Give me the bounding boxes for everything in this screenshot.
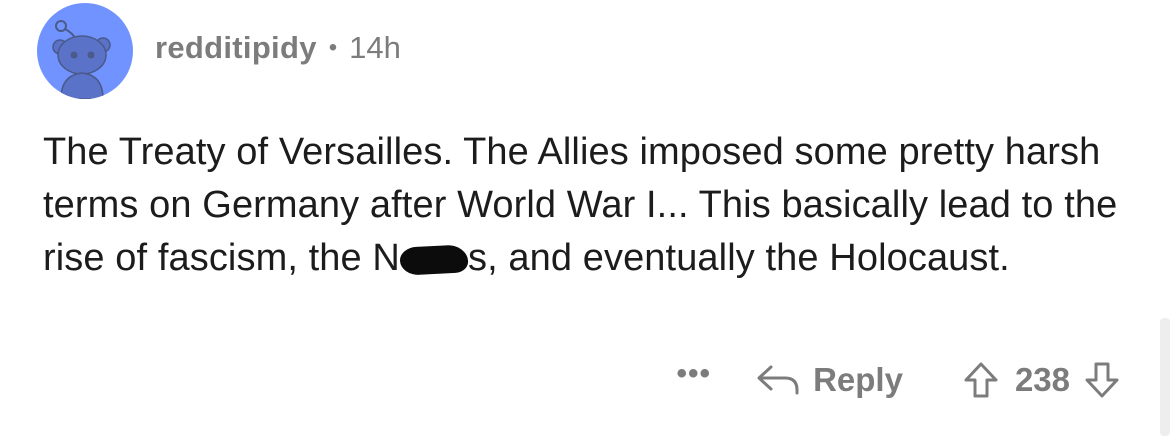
reply-button[interactable]: Reply [755, 361, 903, 399]
comment-body-text-end: s, and eventually the Holocaust. [467, 237, 1010, 279]
username[interactable]: redditipidy [155, 30, 317, 66]
comment: redditipidy • 14h The Treaty of Versaill… [0, 0, 1170, 436]
comment-header: redditipidy • 14h [37, 3, 401, 99]
reddit-snoo-avatar-icon [52, 20, 111, 99]
avatar[interactable] [37, 3, 133, 99]
timestamp: 14h [349, 30, 401, 65]
downvote-arrow-icon[interactable] [1084, 361, 1120, 399]
comment-meta: redditipidy • 14h [155, 30, 401, 66]
reply-label: Reply [813, 361, 903, 398]
upvote-arrow-icon[interactable] [963, 361, 999, 399]
vote-controls: 238 [963, 361, 1120, 399]
scrollbar[interactable] [1160, 318, 1170, 436]
comment-body-paragraph: The Treaty of Versailles. The Allies imp… [43, 126, 1123, 285]
more-options-button[interactable]: ••• [677, 357, 712, 391]
vote-count: 238 [1014, 361, 1070, 398]
comment-actions: ••• Reply 238 [677, 350, 1120, 410]
comment-body: The Treaty of Versailles. The Allies imp… [43, 126, 1123, 285]
censor-scribble [399, 242, 469, 276]
reply-arrow-icon [757, 365, 799, 395]
meta-separator: • [328, 34, 338, 61]
